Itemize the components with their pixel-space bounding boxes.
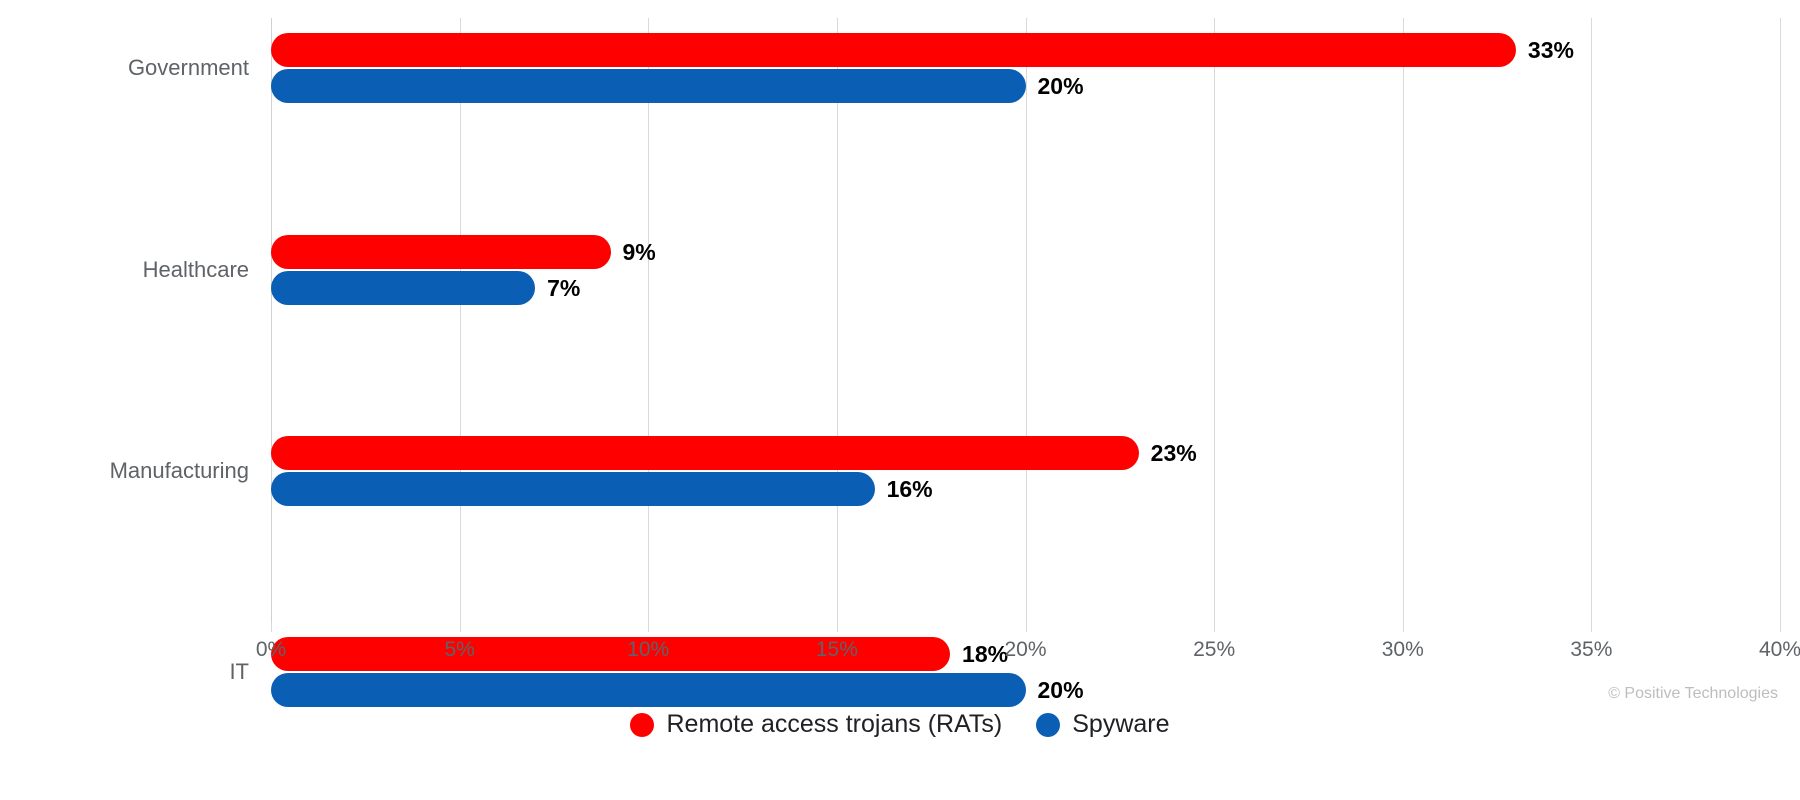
tick-label-40pct: 40% bbox=[1758, 638, 1800, 661]
tick-mark-15pct bbox=[836, 622, 838, 632]
gridline-40pct bbox=[1780, 18, 1781, 622]
legend-label-spy: Spyware bbox=[1072, 710, 1170, 738]
tick-mark-20pct bbox=[1025, 622, 1027, 632]
category-row: Healthcare 9% 7% bbox=[143, 119, 1780, 305]
credit-text: © Positive Technologies bbox=[1608, 685, 1778, 702]
tick-label-30pct: 30% bbox=[1381, 638, 1424, 661]
category-label-government: Government bbox=[127, 55, 249, 81]
bar-chart: Government 33% 20% Healthcare 9% 7% Manufactur… bbox=[0, 0, 1800, 800]
x-axis: 0% 5% 10% 15% 20% 25% 30% 35% 40% bbox=[256, 622, 1800, 662]
plot-area: Government 33% 20% Healthcare 9% 7% Manufactur… bbox=[110, 18, 1781, 708]
category-row: Government 33% 20% bbox=[128, 18, 1780, 119]
category-label-it: IT bbox=[229, 659, 249, 685]
bar-value-spy-it: 20% bbox=[1037, 677, 1084, 704]
tick-mark-25pct bbox=[1214, 622, 1216, 632]
bar-spy-it[interactable] bbox=[271, 673, 1026, 708]
tick-label-15pct: 15% bbox=[815, 638, 858, 661]
tick-label-10pct: 10% bbox=[627, 638, 670, 661]
tick-label-25pct: 25% bbox=[1193, 638, 1236, 661]
tick-label-5pct: 5% bbox=[444, 638, 475, 661]
legend-swatch-spy-icon bbox=[1036, 712, 1061, 737]
tick-mark-30pct bbox=[1402, 622, 1404, 632]
tick-mark-5pct bbox=[459, 622, 461, 632]
tick-label-20pct: 20% bbox=[1004, 638, 1047, 661]
tick-label-35pct: 35% bbox=[1570, 638, 1613, 661]
tick-mark-10pct bbox=[648, 622, 650, 632]
legend-label-rat: Remote access trojans (RATs) bbox=[666, 710, 1003, 738]
bar-value-spy-government: 20% bbox=[1037, 73, 1084, 100]
bar-value-rat-government: 33% bbox=[1527, 37, 1574, 64]
legend-swatch-rat-icon bbox=[630, 712, 655, 737]
category-row: Manufacturing 23% 16% bbox=[110, 219, 1780, 506]
chart-legend: Remote access trojans (RATs) Spyware bbox=[0, 710, 1800, 739]
tick-label-0pct: 0% bbox=[255, 638, 287, 661]
tick-mark-40pct bbox=[1780, 622, 1781, 632]
tick-mark-35pct bbox=[1591, 622, 1593, 632]
category-row: Finance22%18% bbox=[271, 521, 1780, 622]
category-row: Science and education14%13% bbox=[271, 421, 1780, 522]
legend-item-rat[interactable]: Remote access trojans (RATs) bbox=[630, 710, 1002, 739]
category-row: IT 18% 20% bbox=[229, 320, 1780, 708]
legend-item-spy[interactable]: Spyware bbox=[1036, 710, 1170, 739]
category-label-manufacturing: Manufacturing bbox=[109, 457, 249, 483]
bar-spy-government[interactable] bbox=[271, 69, 1026, 104]
bar-rat-government[interactable] bbox=[271, 33, 1516, 68]
tick-mark-0pct bbox=[271, 622, 272, 632]
category-label-healthcare: Healthcare bbox=[142, 256, 249, 282]
